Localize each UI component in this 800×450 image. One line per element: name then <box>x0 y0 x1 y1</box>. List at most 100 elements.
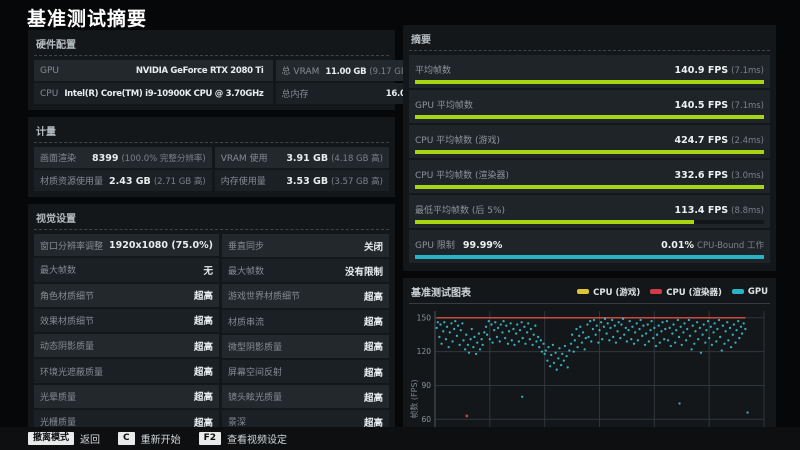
summary-label: CPU 平均帧数 (渲染器) <box>415 171 510 181</box>
metrics-section-header: 计量 <box>34 122 389 143</box>
summary-value-note: (7.1ms) <box>731 101 764 111</box>
setting-value: 超高 <box>193 341 213 353</box>
setting-label: 环境光遮蔽质量 <box>40 367 104 378</box>
svg-text:帧数 (FPS): 帧数 (FPS) <box>409 379 419 418</box>
metrics-cell: 画面渲染 8399 (100.0% 完整分辨率) <box>34 147 212 168</box>
setting-row: 动态阴影质量 超高 <box>34 334 219 358</box>
summary-label: 最低平均帧数 (后 5%) <box>415 206 506 216</box>
footer-shortcut[interactable]: 撤离模式 返回 <box>28 431 100 446</box>
setting-row: 光晕质量 超高 <box>34 384 219 408</box>
legend-label: CPU (游戏) <box>593 287 641 298</box>
footer-bar: 撤离模式 返回 C 重新开始 F2 查看视频设定 <box>0 427 800 450</box>
visual-settings-panel: 视觉设置 窗口分辨率调整 1920x1080 (75.0%) 最大帧数 无 角色… <box>28 204 395 450</box>
summary-bar-track <box>415 80 764 84</box>
benchmark-chart-panel: 基准测试图表 CPU (游戏) CPU (渲染器) GPU 60 90 120 … <box>403 278 776 450</box>
svg-text:90: 90 <box>421 381 431 390</box>
footer-shortcut[interactable]: C 重新开始 <box>118 431 181 446</box>
metrics-label: VRAM 使用 <box>220 154 268 164</box>
summary-bar <box>415 185 764 189</box>
summary-bar <box>415 255 764 259</box>
metrics-cell: 材质资源使用量 2.43 GB (2.71 GB 高) <box>34 170 212 191</box>
keycap[interactable]: C <box>118 431 135 446</box>
metrics-value: 3.53 GB (3.57 GB 高) <box>286 175 383 187</box>
summary-label: CPU 平均帧数 (游戏) <box>415 136 501 146</box>
summary-value: 424.7 FPS <box>674 135 729 146</box>
summary-value-note: (8.8ms) <box>731 206 764 216</box>
hardware-section-header: 硬件配置 <box>34 35 389 56</box>
metrics-cell: 内存使用量 3.53 GB (3.57 GB 高) <box>214 170 389 191</box>
visual-settings-right-list: 垂直同步 关闭 最大帧数 没有限制 游戏世界材质细节 超高 材质串流 超高 微型… <box>221 234 389 450</box>
setting-label: 光晕质量 <box>40 392 77 403</box>
setting-row: 角色材质细节 超高 <box>34 283 219 307</box>
metrics-grid: 画面渲染 8399 (100.0% 完整分辨率) VRAM 使用 3.91 GB(… <box>34 147 389 191</box>
hardware-value: NVIDIA GeForce RTX 2080 Ti <box>135 66 264 76</box>
metrics-value-note: (4.18 GB 高) <box>331 153 383 164</box>
hardware-cell: GPU NVIDIA GeForce RTX 2080 Ti <box>34 60 273 81</box>
setting-label: 最大帧数 <box>227 267 264 278</box>
summary-row: 平均帧数 140.9 FPS (7.1ms) <box>409 55 770 88</box>
metrics-value-note: (3.57 GB 高) <box>331 176 383 187</box>
summary-value: 140.9 FPS <box>674 65 729 76</box>
setting-label: 垂直同步 <box>227 242 264 253</box>
setting-value: 超高 <box>363 317 383 329</box>
metrics-label: 画面渲染 <box>40 154 77 164</box>
metrics-value-note: (100.0% 完整分辨率) <box>121 153 206 164</box>
metrics-label: 内存使用量 <box>220 177 266 187</box>
summary-value-note: (2.4ms) <box>731 136 764 146</box>
chart-legend: CPU (游戏) CPU (渲染器) GPU <box>577 286 768 298</box>
chart-title: 基准测试图表 <box>411 288 471 299</box>
summary-value: 332.6 FPS <box>674 170 729 181</box>
setting-label: 微型阴影质量 <box>227 342 282 353</box>
setting-value: 超高 <box>193 316 213 328</box>
hardware-label: 总 VRAM <box>281 67 320 77</box>
summary-bar-track <box>415 150 764 154</box>
summary-rows: 平均帧数 140.9 FPS (7.1ms) GPU 平均帧数 140.5 FP… <box>409 55 770 263</box>
summary-inline-value: 99.99% <box>462 240 503 251</box>
setting-value: 无 <box>203 265 213 277</box>
metrics-value: 3.91 GB (4.18 GB 高) <box>286 152 383 164</box>
legend-swatch-icon <box>650 289 663 294</box>
legend-swatch-icon <box>577 289 590 294</box>
footer-items: 撤离模式 返回 C 重新开始 F2 查看视频设定 <box>28 431 287 446</box>
svg-text:150: 150 <box>417 313 432 322</box>
summary-value: 140.5 FPS <box>674 100 729 111</box>
summary-bar-track <box>415 220 764 224</box>
setting-row: 环境光遮蔽质量 超高 <box>34 359 219 383</box>
summary-bar-track <box>415 115 764 119</box>
legend-swatch-icon <box>731 289 744 294</box>
keycap[interactable]: 撤离模式 <box>28 431 75 446</box>
setting-value: 超高 <box>363 367 383 379</box>
summary-value: 0.01% <box>661 240 695 251</box>
setting-row: 屏幕空间反射 超高 <box>221 359 389 384</box>
setting-value: 关闭 <box>363 241 383 253</box>
summary-bar <box>415 115 764 119</box>
setting-row: 最大帧数 没有限制 <box>221 259 389 283</box>
setting-row: 垂直同步 关闭 <box>221 234 389 258</box>
left-column: 硬件配置 GPU NVIDIA GeForce RTX 2080 Ti 总 VR… <box>28 30 436 450</box>
setting-label: 角色材质细节 <box>40 291 95 302</box>
summary-bar <box>415 80 764 84</box>
setting-value: 超高 <box>193 291 213 303</box>
keycap[interactable]: F2 <box>198 431 222 446</box>
footer-shortcut[interactable]: F2 查看视频设定 <box>198 431 287 446</box>
svg-text:120: 120 <box>417 347 432 356</box>
metrics-cell: VRAM 使用 3.91 GB (4.18 GB 高) <box>214 147 389 168</box>
metrics-panel: 计量 画面渲染 8399 (100.0% 完整分辨率) VRAM 使用 3.91 … <box>28 117 395 197</box>
summary-bar <box>415 150 764 154</box>
setting-row: 镜头眩光质量 超高 <box>221 385 389 409</box>
setting-row: 效果材质细节 超高 <box>34 308 219 333</box>
setting-value: 超高 <box>363 392 383 404</box>
page-title: 基准测试摘要 <box>27 8 148 30</box>
setting-row: 游戏世界材质细节 超高 <box>221 284 389 308</box>
footer-shortcut-label: 返回 <box>80 435 101 446</box>
summary-row: CPU 平均帧数 (游戏) 424.7 FPS (2.4ms) <box>409 125 770 158</box>
legend-item: CPU (渲染器) <box>650 286 722 298</box>
hardware-panel: 硬件配置 GPU NVIDIA GeForce RTX 2080 Ti 总 VR… <box>28 30 436 110</box>
legend-label: CPU (渲染器) <box>666 287 722 298</box>
summary-row: CPU 平均帧数 (渲染器) 332.6 FPS (3.0ms) <box>409 160 770 193</box>
hardware-label: 总内存 <box>281 90 309 100</box>
setting-label: 屏幕空间反射 <box>227 368 282 379</box>
legend-item: GPU <box>731 287 768 297</box>
setting-value: 没有限制 <box>344 266 383 278</box>
summary-bar-track <box>415 255 764 259</box>
